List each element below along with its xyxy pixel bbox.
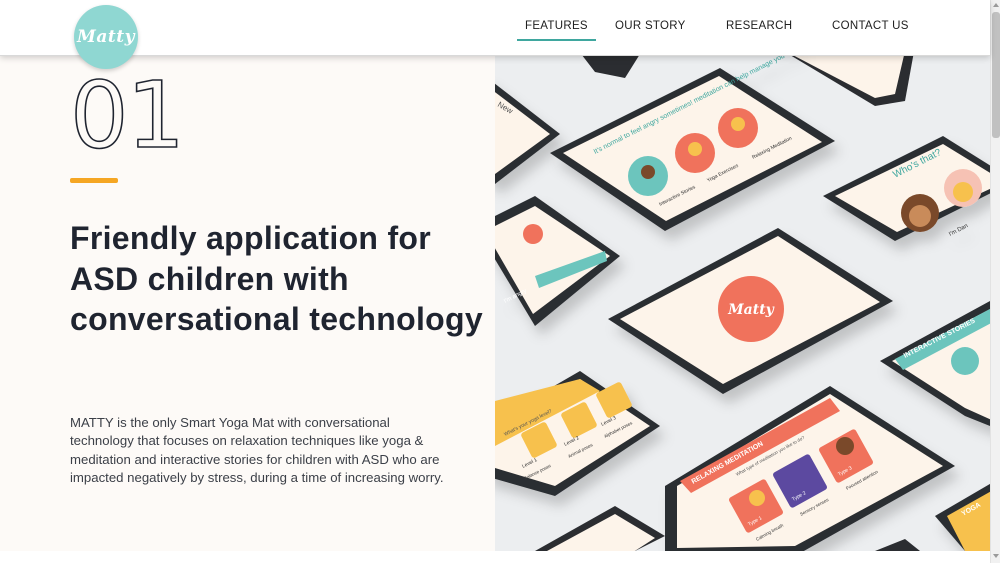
nav-our-story[interactable]: OUR STORY [615, 20, 686, 32]
nav-contact-us[interactable]: CONTACT US [832, 20, 909, 32]
page-scrollbar[interactable] [990, 0, 1000, 563]
nav-features[interactable]: FEATURES [517, 20, 596, 41]
section-description: MATTY is the only Smart Yoga Mat with co… [70, 415, 444, 485]
scroll-thumb[interactable] [992, 12, 1000, 138]
site-header: FEATURES OUR STORY RESEARCH CONTACT US [0, 0, 990, 56]
nav-research[interactable]: RESEARCH [726, 20, 792, 32]
logo-text: Matty [77, 27, 135, 47]
hero-tablets-image: New It's normal to feel angry sometimes!… [495, 56, 990, 551]
page-bottom-strip [0, 551, 990, 563]
section-number: 01 [69, 62, 186, 169]
scroll-down-icon[interactable] [993, 554, 999, 558]
hero-center-logo-text: Matty [727, 302, 775, 318]
scroll-up-icon[interactable] [993, 3, 999, 7]
section-headline: Friendly application for ASD children wi… [70, 220, 483, 337]
accent-divider [70, 178, 118, 183]
matty-logo[interactable]: Matty [74, 5, 138, 69]
